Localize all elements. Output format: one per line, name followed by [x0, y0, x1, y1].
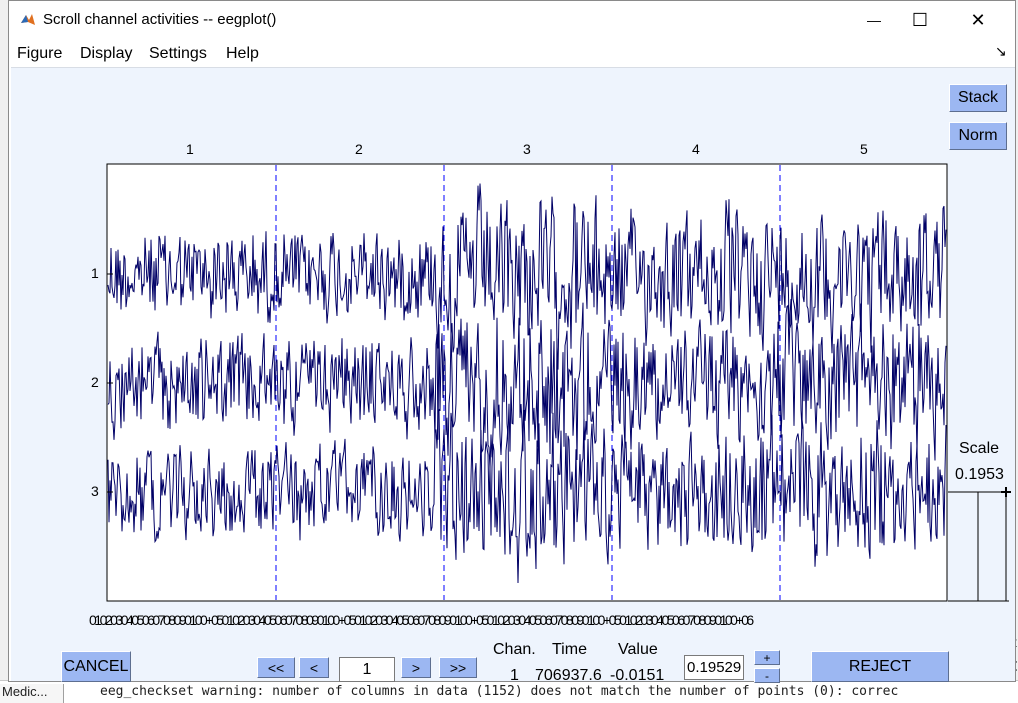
window-title: Scroll channel activities -- eegplot() [43, 11, 277, 28]
epoch-label: 4 [692, 141, 700, 157]
eeg-plot-svg [106, 163, 1011, 602]
minimize-icon: — [867, 12, 881, 28]
scale-input[interactable]: 0.19529 [684, 655, 744, 680]
background-console-text: eeg_checkset warning: number of columns … [100, 684, 899, 699]
close-button[interactable]: ✕ [955, 5, 1001, 35]
scale-title: Scale [959, 440, 1000, 457]
value-header: Value [618, 641, 658, 658]
minimize-button[interactable]: — [851, 5, 897, 35]
page-input[interactable]: 1 [339, 657, 395, 682]
norm-button[interactable]: Norm [949, 122, 1007, 150]
channel-label: 2 [91, 374, 99, 390]
x-tick-labels: 0102030405060708090100+05010203040506070… [89, 612, 754, 628]
scale-plus-button[interactable]: + [754, 650, 780, 665]
value-value: -0.0151 [610, 667, 665, 684]
dock-arrow-icon[interactable]: ↘ [995, 43, 1007, 60]
menu-display[interactable]: Display [80, 45, 132, 63]
time-header: Time [552, 641, 587, 658]
chan-header: Chan. [493, 641, 536, 658]
desktop: Medic... eeg_checkset warning: number of… [0, 0, 1018, 703]
channel-label: 1 [91, 265, 99, 281]
maximize-button[interactable]: ☐ [897, 5, 943, 35]
epoch-label: 2 [355, 141, 363, 157]
epoch-label: 3 [523, 141, 531, 157]
reject-button[interactable]: REJECT [811, 651, 949, 682]
background-tab[interactable]: Medic... [0, 684, 64, 703]
scale-value: 0.1953 [955, 466, 1004, 483]
maximize-icon: ☐ [911, 9, 929, 30]
menu-bar: Figure Display Settings Help ↘ [9, 39, 1015, 67]
chan-value: 1 [510, 667, 519, 684]
close-icon: ✕ [970, 9, 986, 30]
channel-label: 3 [91, 483, 99, 499]
menu-help[interactable]: Help [226, 45, 259, 63]
epoch-label: 1 [186, 141, 194, 157]
menu-settings[interactable]: Settings [149, 45, 207, 63]
cancel-button[interactable]: CANCEL [61, 651, 131, 682]
scale-minus-button[interactable]: - [754, 668, 780, 683]
scale-bar [948, 487, 1011, 602]
title-bar[interactable]: Scroll channel activities -- eegplot() —… [9, 1, 1015, 39]
first-page-button[interactable]: << [257, 657, 295, 678]
next-page-button[interactable]: > [401, 657, 431, 678]
menu-figure[interactable]: Figure [17, 45, 62, 63]
matlab-icon [19, 11, 37, 29]
stack-button[interactable]: Stack [949, 84, 1007, 112]
prev-page-button[interactable]: < [299, 657, 329, 678]
eegplot-window: Scroll channel activities -- eegplot() —… [8, 0, 1016, 684]
time-value: 706937.6 [535, 667, 602, 684]
figure-area: 1 2 3 4 5 1 2 3 0102030405060708090100+0… [11, 67, 1015, 684]
epoch-label: 5 [860, 141, 868, 157]
last-page-button[interactable]: >> [439, 657, 477, 678]
